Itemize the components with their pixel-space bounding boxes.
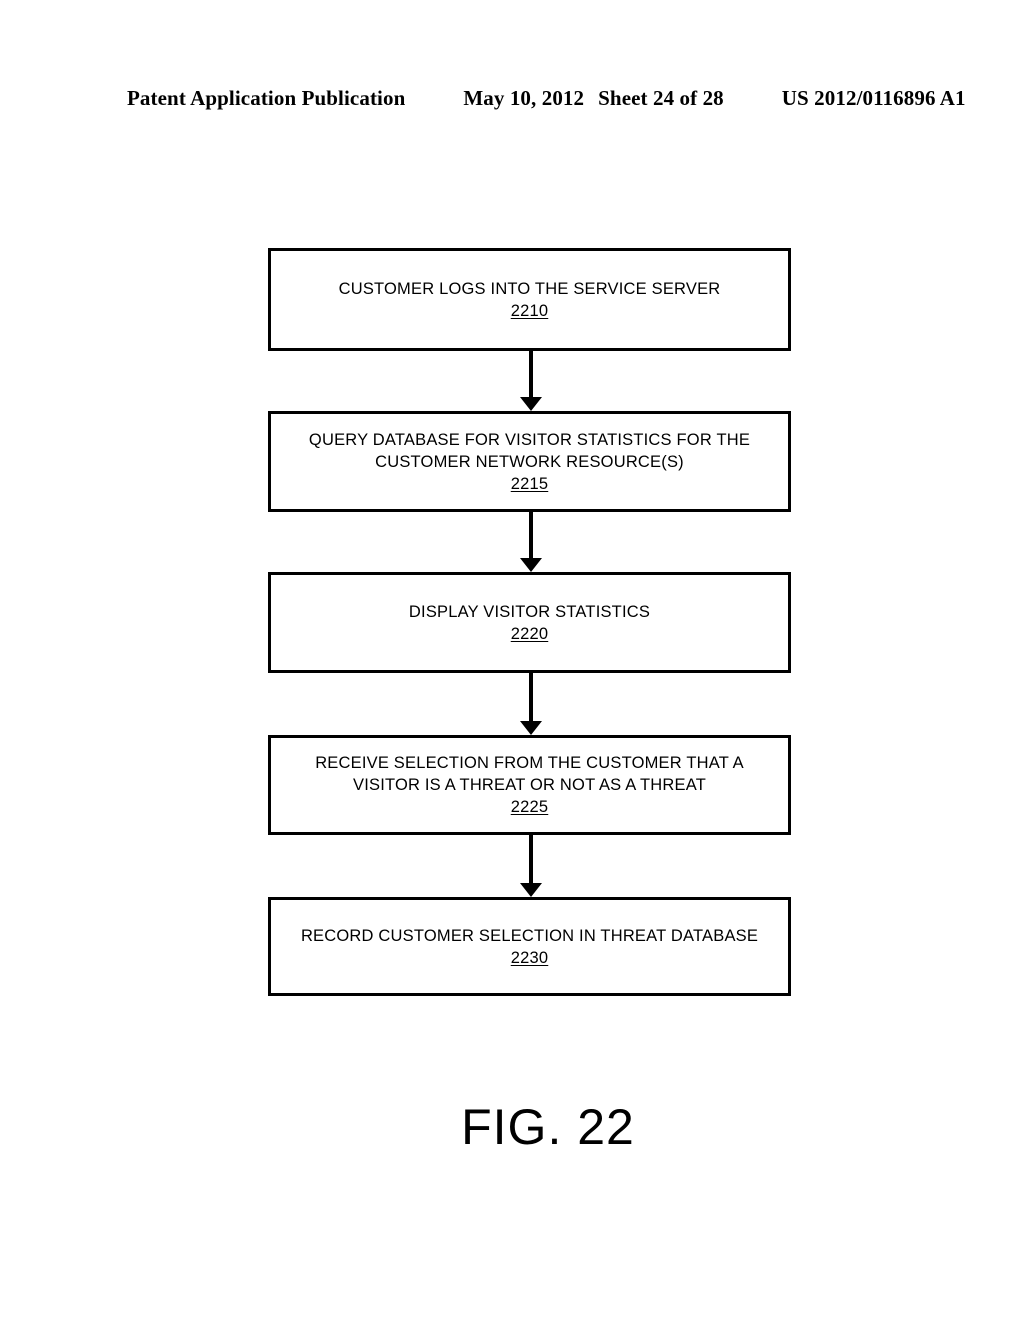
flow-node-2225: RECEIVE SELECTION FROM THE CUSTOMER THAT… — [268, 735, 791, 835]
flow-arrow-2225-to-2230 — [268, 835, 791, 897]
figure-caption: FIG. 22 — [461, 1099, 635, 1155]
flow-arrow-2210-to-2215 — [268, 351, 791, 411]
arrow-head-icon — [520, 721, 542, 735]
flow-arrow-2215-to-2220 — [268, 512, 791, 572]
flow-node-label: CUSTOMER LOGS INTO THE SERVICE SERVER — [338, 279, 721, 298]
arrow-head-icon — [520, 397, 542, 411]
flow-node-label: RECORD CUSTOMER SELECTION IN THREAT DATA… — [300, 926, 759, 945]
arrow-shaft-icon — [529, 512, 533, 560]
flow-node-reference: 2230 — [510, 948, 549, 967]
flow-node-reference: 2215 — [510, 474, 549, 493]
arrow-shaft-icon — [529, 835, 533, 885]
flow-node-content: RECEIVE SELECTION FROM THE CUSTOMER THAT… — [271, 752, 788, 818]
flow-node-label: DISPLAY VISITOR STATISTICS — [408, 602, 651, 621]
flow-node-content: RECORD CUSTOMER SELECTION IN THREAT DATA… — [283, 925, 776, 969]
header-publication-title: Patent Application Publication — [127, 86, 406, 110]
arrow-shaft-icon — [529, 351, 533, 399]
flowchart: CUSTOMER LOGS INTO THE SERVICE SERVER 22… — [268, 248, 791, 996]
flow-node-reference: 2210 — [510, 301, 549, 320]
flow-node-2210: CUSTOMER LOGS INTO THE SERVICE SERVER 22… — [268, 248, 791, 351]
flow-node-2230: RECORD CUSTOMER SELECTION IN THREAT DATA… — [268, 897, 791, 996]
flow-node-content: CUSTOMER LOGS INTO THE SERVICE SERVER 22… — [321, 278, 739, 322]
header-publication-date: May 10, 2012 — [463, 86, 585, 110]
flow-node-2215: QUERY DATABASE FOR VISITOR STATISTICS FO… — [268, 411, 791, 512]
flow-node-label: QUERY DATABASE FOR VISITOR STATISTICS FO… — [308, 430, 751, 471]
flow-node-content: DISPLAY VISITOR STATISTICS 2220 — [391, 601, 668, 645]
arrow-head-icon — [520, 883, 542, 897]
flow-arrow-2220-to-2225 — [268, 673, 791, 735]
flow-node-reference: 2225 — [510, 798, 549, 816]
arrow-shaft-icon — [529, 673, 533, 723]
flow-node-reference: 2220 — [510, 624, 549, 643]
header-patent-number: US 2012/0116896 A1 — [781, 86, 966, 110]
header-sheet-number: Sheet 24 of 28 — [598, 86, 724, 110]
flow-node-content: QUERY DATABASE FOR VISITOR STATISTICS FO… — [271, 429, 788, 495]
arrow-head-icon — [520, 558, 542, 572]
publication-header: Patent Application Publication May 10, 2… — [127, 86, 966, 112]
flow-node-2220: DISPLAY VISITOR STATISTICS 2220 — [268, 572, 791, 673]
flow-node-label: RECEIVE SELECTION FROM THE CUSTOMER THAT… — [315, 754, 744, 794]
